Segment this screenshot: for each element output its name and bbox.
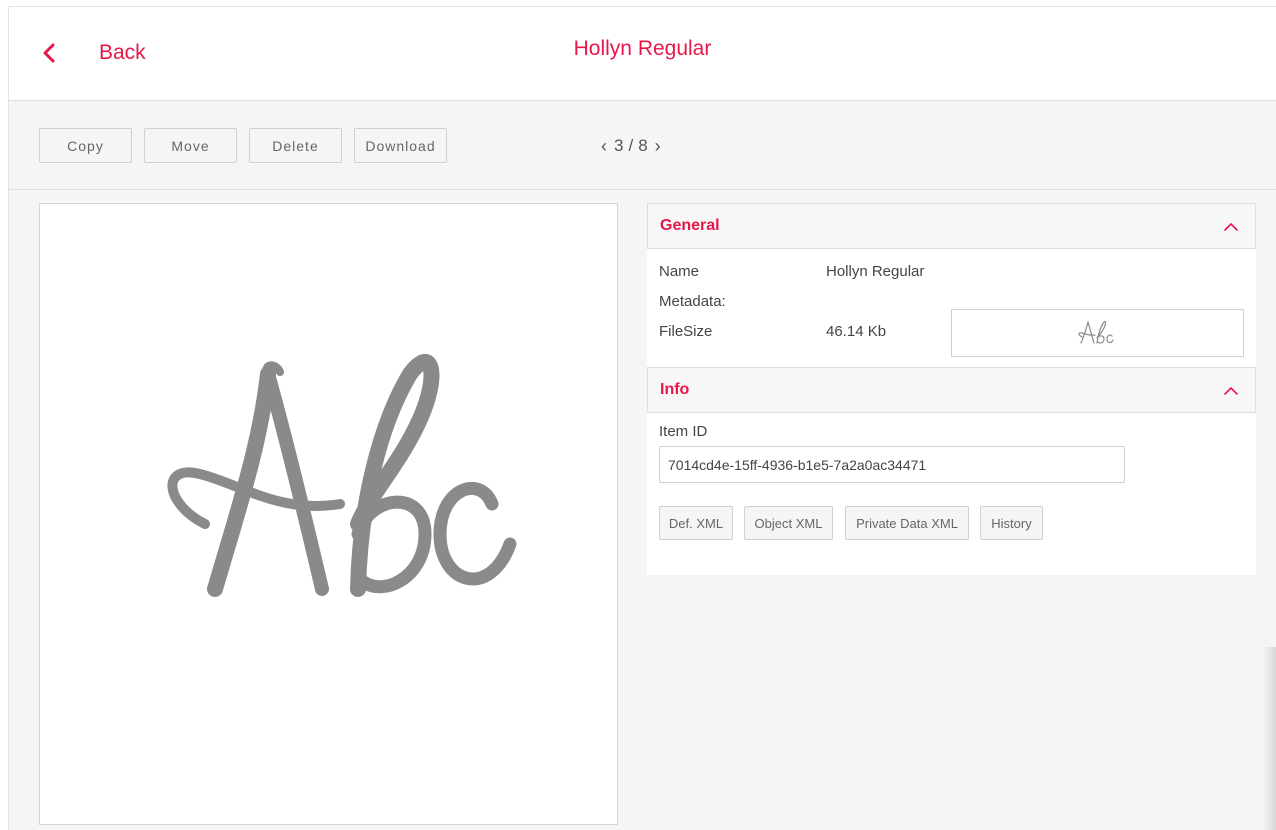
pager: ‹ 3 / 8 › [595,135,668,157]
object-xml-button[interactable]: Object XML [744,506,833,540]
delete-button[interactable]: Delete [249,128,342,163]
pager-separator: / [628,136,635,155]
header-bar: Back Hollyn Regular [9,7,1276,101]
filesize-value: 46.14 Kb [826,323,887,340]
move-button[interactable]: Move [144,128,237,163]
general-section-header[interactable]: General [647,203,1256,249]
toolbar: Copy Move Delete Download ‹ 3 / 8 › [9,102,1276,190]
name-label: Name [659,263,700,280]
filesize-label: FileSize [659,323,713,340]
prev-page-icon[interactable]: ‹ [595,136,614,157]
next-page-icon[interactable]: › [649,136,668,157]
glyph-preview-image [167,354,517,597]
pager-total: 8 [638,136,649,155]
font-thumbnail [951,309,1244,357]
copy-button[interactable]: Copy [39,128,132,163]
item-id-label: Item ID [659,423,708,440]
metadata-label: Metadata: [659,293,726,310]
details-panel: General Name Hollyn Regular Metadata: Fi… [647,203,1256,575]
edge-shadow [1262,647,1276,830]
general-section-title: General [660,217,720,234]
chevron-up-icon[interactable] [1223,383,1239,399]
history-button[interactable]: History [980,506,1043,540]
chevron-up-icon[interactable] [1223,219,1239,235]
def-xml-button[interactable]: Def. XML [659,506,733,540]
info-section-title: Info [660,381,690,398]
thumbnail-glyph-image [1078,320,1114,344]
page-title: Hollyn Regular [573,37,712,60]
pager-current: 3 [614,136,625,155]
download-button[interactable]: Download [354,128,447,163]
info-section-header[interactable]: Info [647,367,1256,413]
item-id-field[interactable] [659,446,1125,483]
app-frame: Back Hollyn Regular Copy Move Delete Dow… [8,6,1276,830]
private-data-xml-button[interactable]: Private Data XML [845,506,969,540]
font-preview [39,203,618,825]
name-value: Hollyn Regular [826,263,925,280]
